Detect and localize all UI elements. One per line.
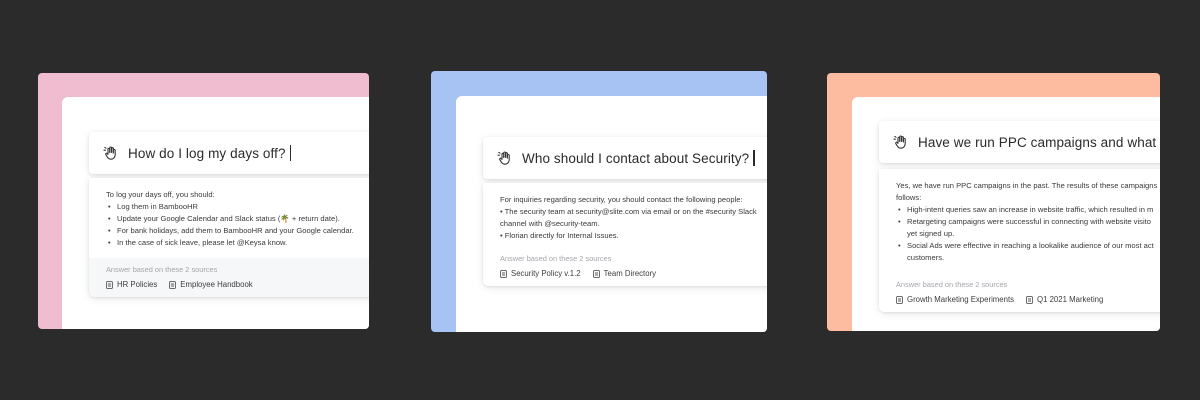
document-icon [592, 269, 600, 278]
answer-line: channel with @security-team. [500, 219, 600, 228]
source-link-security-policy[interactable]: Security Policy v.1.2 [500, 269, 581, 278]
answer-intro: For inquiries regarding security, you sh… [500, 195, 743, 204]
sources-section: Answer based on these 2 sources Growth M… [879, 273, 1160, 312]
list-item: Social Ads were effective in reaching a … [896, 240, 1154, 252]
card-days-off: How do I log my days off? To log your da… [38, 73, 369, 329]
query-text: Have we run PPC campaigns and what was t… [918, 134, 1160, 150]
text-cursor [289, 145, 292, 161]
list-item-continued: yet signed up. [907, 229, 955, 238]
answer-panel: Yes, we have run PPC campaigns in the pa… [879, 169, 1160, 312]
source-list: Security Policy v.1.2 Team Directory [500, 269, 761, 278]
source-label: HR Policies [117, 280, 158, 289]
document-icon [169, 280, 177, 289]
sources-label: Answer based on these 2 sources [106, 265, 218, 274]
source-label: Employee Handbook [180, 280, 253, 289]
source-label: Security Policy v.1.2 [511, 269, 581, 278]
waving-hand-icon [103, 145, 119, 161]
search-query-bar[interactable]: Who should I contact about Security? [483, 137, 767, 179]
document-icon [500, 269, 507, 278]
card-ppc-campaigns: Have we run PPC campaigns and what was t… [827, 73, 1160, 331]
list-item: Log them in BambooHR [106, 201, 363, 213]
source-list: Growth Marketing Experiments Q1 2021 Mar… [896, 295, 1154, 304]
list-item: High-intent queries saw an increase in w… [896, 204, 1154, 216]
source-label: Q1 2021 Marketing [1037, 295, 1104, 304]
list-item: Update your Google Calendar and Slack st… [106, 213, 363, 225]
list-item: Retargeting campaigns were successful in… [896, 216, 1154, 228]
sources-label: Answer based on these 2 sources [896, 280, 1008, 289]
list-item-continued: customers. [907, 253, 945, 262]
sources-label: Answer based on these 2 sources [500, 254, 612, 263]
list-item: In the case of sick leave, please let @K… [106, 237, 363, 249]
waving-hand-icon [497, 150, 513, 166]
document-icon [1026, 295, 1033, 304]
query-text: Who should I contact about Security? [522, 150, 750, 166]
answer-text: To log your days off, you should: Log th… [89, 178, 369, 258]
sources-section: Answer based on these 2 sources HR Polic… [89, 258, 369, 297]
text-cursor [753, 150, 755, 166]
answer-line: • The security team at security@slite.co… [500, 207, 757, 216]
answer-text: Yes, we have run PPC campaigns in the pa… [879, 169, 1160, 273]
search-query-bar[interactable]: How do I log my days off? [89, 132, 369, 174]
answer-line: • Florian directly for Internal Issues. [500, 231, 619, 240]
document-icon [896, 295, 903, 304]
source-link-employee-handbook[interactable]: Employee Handbook [169, 280, 253, 289]
answer-panel: For inquiries regarding security, you sh… [483, 183, 767, 286]
card-security: Who should I contact about Security? For… [431, 71, 767, 332]
answer-intro: Yes, we have run PPC campaigns in the pa… [896, 181, 1158, 190]
source-link-hr-policies[interactable]: HR Policies [106, 280, 157, 289]
waving-hand-icon [893, 134, 909, 150]
document-icon [106, 280, 113, 289]
answer-text: For inquiries regarding security, you sh… [483, 183, 767, 251]
search-query-bar[interactable]: Have we run PPC campaigns and what was t… [879, 121, 1160, 163]
source-label: Growth Marketing Experiments [907, 295, 1015, 304]
source-link-growth-marketing[interactable]: Growth Marketing Experiments [896, 295, 1014, 304]
sources-section: Answer based on these 2 sources Security… [483, 251, 767, 286]
source-link-q1-marketing[interactable]: Q1 2021 Marketing [1026, 295, 1103, 304]
answer-panel: To log your days off, you should: Log th… [89, 178, 369, 297]
source-label: Team Directory [603, 269, 657, 278]
list-item: For bank holidays, add them to BambooHR … [106, 225, 363, 237]
query-text: How do I log my days off? [128, 145, 286, 161]
source-link-team-directory[interactable]: Team Directory [592, 269, 657, 278]
source-list: HR Policies Employee Handbook [106, 280, 363, 289]
answer-bullets: High-intent queries saw an increase in w… [896, 204, 1154, 264]
answer-intro: To log your days off, you should: [106, 190, 215, 199]
answer-intro-continued: follows: [896, 193, 922, 202]
answer-bullets: Log them in BambooHR Update your Google … [106, 201, 363, 249]
